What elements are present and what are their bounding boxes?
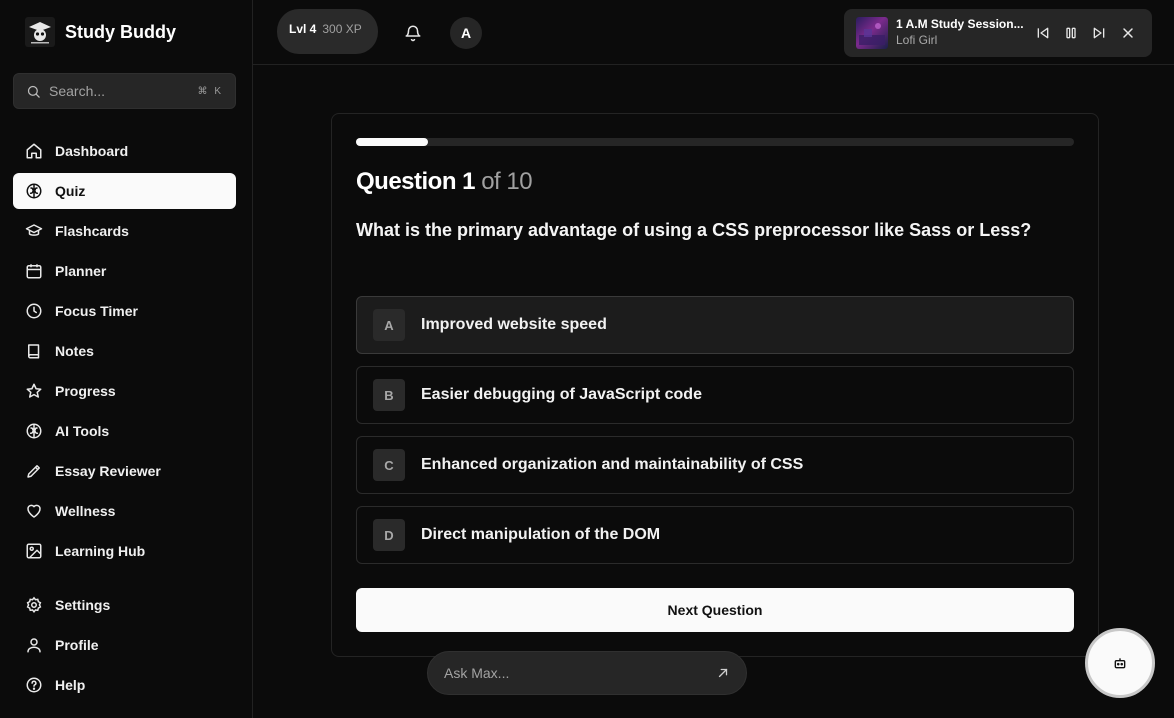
sidebar-item-label: Settings [55, 597, 111, 613]
arrow-up-right-icon[interactable] [716, 666, 730, 680]
option-letter: D [373, 519, 405, 551]
option-letter: C [373, 449, 405, 481]
home-icon [26, 143, 42, 159]
question-total: of 10 [481, 168, 533, 195]
bot-icon [1114, 658, 1126, 669]
avatar[interactable]: A [450, 17, 482, 49]
sidebar-item-label: Planner [55, 263, 107, 279]
answer-option-b[interactable]: B Easier debugging of JavaScript code [356, 366, 1074, 424]
pause-icon[interactable] [1063, 25, 1079, 41]
track-artist: Lofi Girl [896, 33, 938, 47]
option-text: Improved website speed [421, 316, 607, 333]
ask-max-placeholder: Ask Max... [444, 665, 510, 681]
sidebar-item-label: Notes [55, 343, 94, 359]
star-icon [26, 383, 42, 398]
brand[interactable]: Study Buddy [25, 17, 176, 47]
bell-icon[interactable] [404, 24, 422, 42]
sidebar-item-label: Learning Hub [55, 543, 146, 559]
answer-option-d[interactable]: D Direct manipulation of the DOM [356, 506, 1074, 564]
sidebar-item-profile[interactable]: Profile [13, 627, 236, 663]
brain-icon [26, 423, 42, 439]
topbar: Lvl 4 300 XP A 1 A.M Study Session... Lof… [253, 0, 1174, 65]
music-player: 1 A.M Study Session... Lofi Girl [844, 9, 1152, 57]
search-input[interactable]: Search... ⌘ K [13, 73, 236, 109]
sidebar-item-learning-hub[interactable]: Learning Hub [13, 533, 236, 569]
quiz-progress-bar [356, 138, 1074, 146]
sidebar-item-essay-reviewer[interactable]: Essay Reviewer [13, 453, 236, 489]
sidebar-item-dashboard[interactable]: Dashboard [13, 133, 236, 169]
option-letter: B [373, 379, 405, 411]
question-counter: Question 1 of 10 [356, 168, 533, 196]
sidebar-item-label: Flashcards [55, 223, 129, 239]
sidebar-item-label: Help [55, 677, 86, 693]
sidebar-item-label: Progress [55, 383, 116, 399]
sidebar-item-label: Profile [55, 637, 99, 653]
close-icon[interactable] [1120, 25, 1136, 41]
option-text: Direct manipulation of the DOM [421, 526, 661, 543]
sidebar-item-flashcards[interactable]: Flashcards [13, 213, 236, 249]
heart-icon [27, 504, 41, 518]
sidebar-item-notes[interactable]: Notes [13, 333, 236, 369]
sidebar-item-wellness[interactable]: Wellness [13, 493, 236, 529]
next-question-button[interactable]: Next Question [356, 588, 1074, 632]
sidebar: Study Buddy Search... ⌘ K Dashboard Quiz… [0, 0, 253, 718]
sidebar-item-label: Dashboard [55, 143, 129, 159]
level-badge[interactable]: Lvl 4 300 XP [277, 9, 378, 54]
image-icon [26, 543, 42, 559]
help-circle-icon [26, 677, 42, 693]
search-shortcut: ⌘ K [197, 85, 223, 97]
album-art[interactable] [856, 17, 888, 49]
question-number: Question 1 [356, 168, 476, 195]
sidebar-item-label: AI Tools [55, 423, 110, 439]
answer-option-a[interactable]: A Improved website speed [356, 296, 1074, 354]
calendar-icon [26, 264, 42, 279]
track-title: 1 A.M Study Session... [896, 17, 1024, 31]
sidebar-item-help[interactable]: Help [13, 667, 236, 703]
graduate-owl-logo [25, 17, 55, 47]
search-placeholder: Search... [49, 83, 106, 99]
sidebar-item-ai-tools[interactable]: AI Tools [13, 413, 236, 449]
app-name: Study Buddy [65, 21, 176, 42]
clock-icon [26, 303, 42, 319]
sidebar-item-label: Wellness [55, 503, 116, 519]
skip-forward-icon[interactable] [1091, 25, 1107, 41]
option-text: Easier debugging of JavaScript code [421, 386, 702, 403]
book-icon [28, 344, 40, 359]
xp-value: 300 XP [322, 22, 362, 36]
sidebar-item-label: Quiz [55, 183, 86, 199]
sidebar-item-quiz[interactable]: Quiz [13, 173, 236, 209]
skip-back-icon[interactable] [1035, 25, 1051, 41]
user-icon [27, 638, 41, 653]
quiz-progress-fill [356, 138, 428, 146]
level-value: Lvl 4 [289, 22, 317, 36]
sidebar-item-progress[interactable]: Progress [13, 373, 236, 409]
sidebar-item-focus-timer[interactable]: Focus Timer [13, 293, 236, 329]
graduation-cap-icon [25, 224, 43, 236]
quiz-card: Question 1 of 10 What is the primary adv… [331, 113, 1099, 657]
option-text: Enhanced organization and maintainabilit… [421, 456, 804, 473]
sidebar-item-label: Focus Timer [55, 303, 138, 319]
answer-option-c[interactable]: C Enhanced organization and maintainabil… [356, 436, 1074, 494]
question-text: What is the primary advantage of using a… [356, 220, 1032, 240]
ask-max-input[interactable]: Ask Max... [427, 651, 747, 695]
brain-icon [26, 183, 42, 199]
gear-icon [26, 596, 42, 614]
sidebar-item-label: Essay Reviewer [55, 463, 161, 479]
search-icon [27, 85, 40, 98]
option-letter: A [373, 309, 405, 341]
sidebar-item-settings[interactable]: Settings [13, 587, 236, 623]
ai-assistant-button[interactable] [1085, 628, 1155, 698]
sidebar-item-planner[interactable]: Planner [13, 253, 236, 289]
pen-icon [27, 465, 40, 478]
